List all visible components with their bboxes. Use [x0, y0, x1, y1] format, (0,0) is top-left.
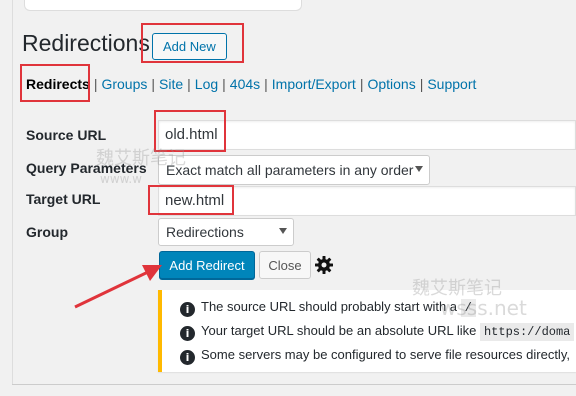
tab-import-export[interactable]: Import/Export	[272, 76, 356, 92]
window-left-edge	[12, 0, 13, 385]
query-parameters-value: Exact match all parameters in any order	[166, 162, 414, 178]
red-arrow-annotation	[74, 265, 162, 309]
tab-groups[interactable]: Groups	[101, 76, 147, 92]
chevron-down-icon	[279, 228, 287, 234]
group-select[interactable]: Redirections	[158, 218, 294, 246]
add-redirect-button[interactable]: Add Redirect	[159, 251, 255, 279]
query-parameters-label: Query Parameters	[26, 160, 147, 176]
notice-line-1: i The source URL should probably start wi…	[180, 299, 476, 317]
tab-site[interactable]: Site	[159, 76, 183, 92]
tab-log[interactable]: Log	[195, 76, 218, 92]
page-title: Redirections	[22, 30, 150, 56]
chevron-down-icon	[415, 166, 423, 172]
group-value: Redirections	[166, 224, 244, 240]
tab-support[interactable]: Support	[427, 76, 476, 92]
tab-404s[interactable]: 404s	[230, 76, 260, 92]
info-icon: i	[180, 302, 195, 317]
info-icon: i	[180, 326, 195, 341]
query-parameters-select[interactable]: Exact match all parameters in any order	[158, 155, 430, 185]
gear-icon[interactable]	[314, 255, 334, 275]
info-icon: i	[180, 350, 195, 365]
close-button[interactable]: Close	[259, 251, 311, 279]
add-new-button[interactable]: Add New	[152, 33, 227, 60]
warning-notice: i The source URL should probably start wi…	[158, 290, 576, 372]
top-panel-edge	[24, 0, 302, 11]
window-bottom-edge	[12, 384, 576, 385]
notice-line-3: i Some servers may be configured to serve…	[180, 347, 570, 365]
tab-redirects[interactable]: Redirects	[26, 76, 90, 92]
notice-line-2: i Your target URL should be an absolute U…	[180, 323, 575, 341]
tab-options[interactable]: Options	[367, 76, 415, 92]
source-url-label: Source URL	[26, 127, 107, 143]
group-label: Group	[26, 224, 68, 240]
subnav: Redirects | Groups | Site | Log | 404s | Import/Ex…	[26, 76, 477, 92]
target-url-input[interactable]: new.html	[158, 186, 576, 216]
target-url-label: Target URL	[26, 191, 101, 207]
source-url-input[interactable]: old.html	[158, 120, 576, 150]
